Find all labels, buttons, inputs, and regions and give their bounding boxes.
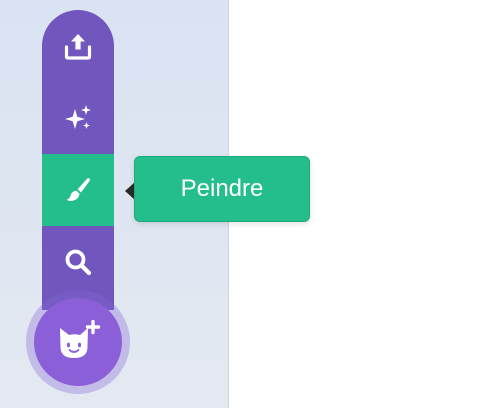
upload-sprite-button[interactable]: [42, 10, 114, 82]
search-sprite-button[interactable]: [42, 226, 114, 298]
tooltip-label: Peindre: [180, 175, 264, 202]
surprise-sprite-button[interactable]: [42, 82, 114, 154]
sparkles-icon: [65, 105, 91, 129]
search-icon: [65, 249, 92, 276]
choose-sprite-button[interactable]: [34, 298, 122, 386]
paint-tooltip: Peindre: [134, 156, 310, 222]
sprite-menu: [42, 10, 114, 310]
paint-sprite-button[interactable]: [42, 154, 114, 226]
cat-add-icon: [60, 320, 101, 358]
paintbrush-icon: [66, 178, 90, 202]
upload-icon: [64, 34, 92, 60]
